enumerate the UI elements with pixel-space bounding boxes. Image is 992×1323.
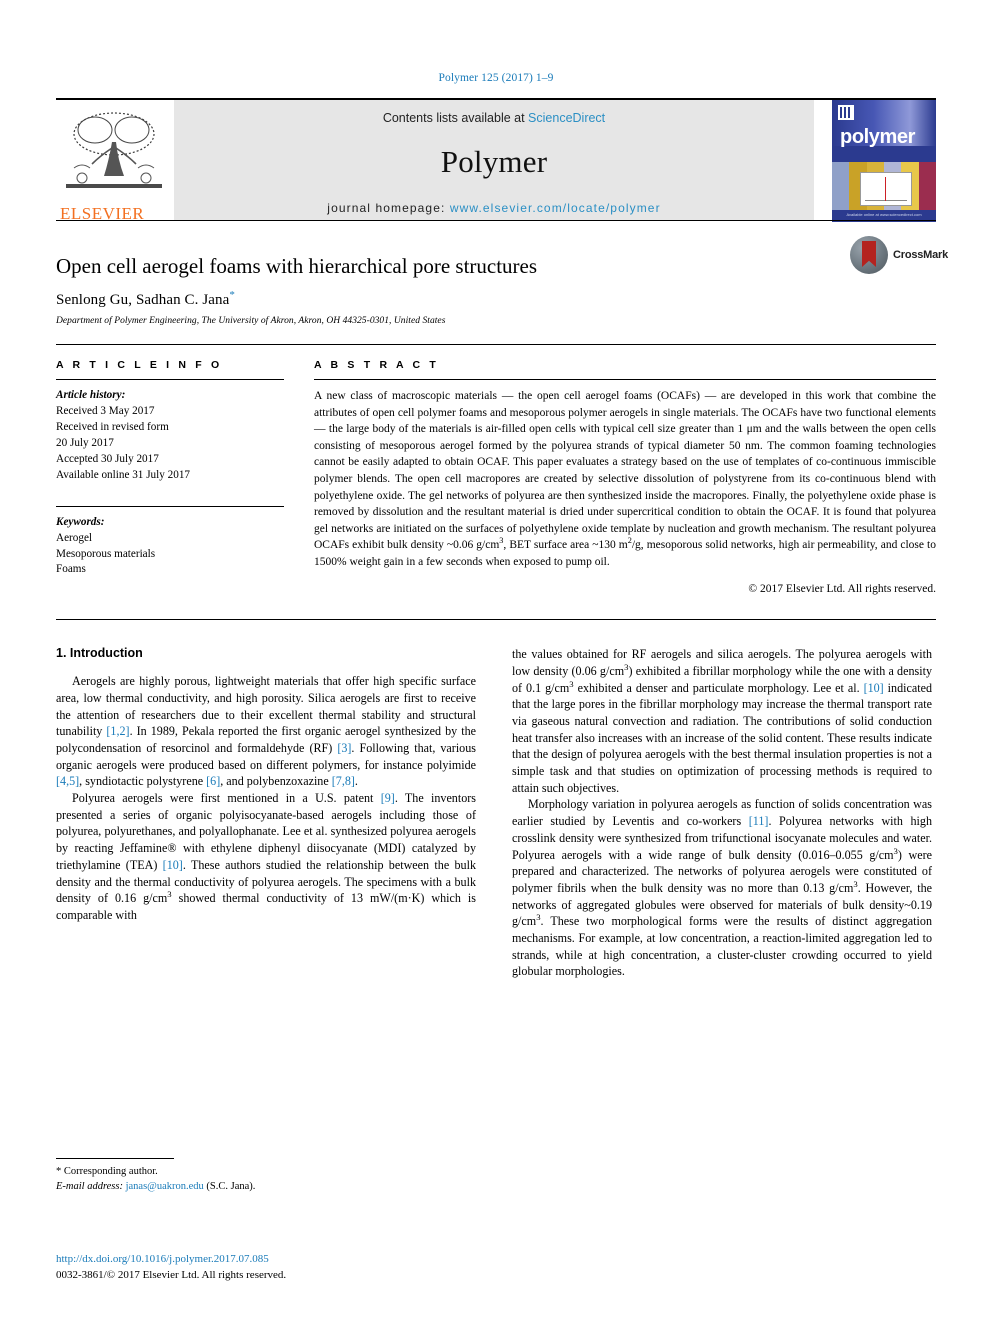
elsevier-tree-icon [66, 112, 162, 188]
author-list: Senlong Gu, Sadhan C. Jana* [56, 289, 936, 309]
paper-page: Polymer 125 (2017) 1–9 ELSEVIER Contents… [0, 0, 992, 1323]
history-item: Available online 31 July 2017 [56, 468, 191, 481]
abstract-copyright: © 2017 Elsevier Ltd. All rights reserved… [748, 583, 936, 596]
sciencedirect-link[interactable]: ScienceDirect [528, 111, 605, 125]
article-history-label: Article history: [56, 389, 126, 402]
body-paragraph: Aerogels are highly porous, lightweight … [56, 674, 476, 789]
info-abstract-row: A R T I C L E I N F O Article history: R… [56, 344, 936, 595]
keyword-item: Foams [56, 563, 86, 576]
history-item: Accepted 30 July 2017 [56, 452, 159, 465]
cover-title: polymer [840, 126, 916, 148]
running-head: Polymer 125 (2017) 1–9 [438, 72, 554, 84]
affiliation: Department of Polymer Engineering, The U… [56, 316, 446, 327]
journal-homepage-line: journal homepage: www.elsevier.com/locat… [174, 201, 814, 215]
body-left-column: 1. Introduction Aerogels are highly poro… [56, 646, 476, 980]
corresponding-author-note: * Corresponding author. [56, 1166, 158, 1177]
history-item: Received 3 May 2017 [56, 405, 155, 418]
homepage-prefix: journal homepage: [327, 201, 450, 215]
email-note: E-mail address: janas@uakron.edu (S.C. J… [56, 1180, 476, 1195]
crossmark-icon [850, 236, 888, 274]
keywords-label: Keywords: [56, 515, 105, 528]
footnote-rule [56, 1158, 174, 1159]
issn-copyright-line: 0032-3861/© 2017 Elsevier Ltd. All right… [56, 1268, 287, 1281]
cover-footer-text: Available online at www.sciencedirect.co… [846, 212, 922, 217]
history-item: Received in revised form [56, 421, 169, 434]
elsevier-logo: ELSEVIER [56, 100, 174, 220]
email-label: E-mail address: [56, 1180, 123, 1192]
homepage-url-link[interactable]: www.elsevier.com/locate/polymer [450, 201, 661, 215]
body-paragraph: Morphology variation in polyurea aerogel… [512, 797, 932, 979]
body-right-column: the values obtained for RF aerogels and … [512, 646, 932, 980]
crossmark-badge[interactable]: CrossMark [850, 235, 948, 275]
keywords-rule [56, 505, 284, 507]
article-history-group: Article history: Received 3 May 2017 Rec… [56, 388, 284, 483]
body-columns: 1. Introduction Aerogels are highly poro… [56, 619, 936, 980]
journal-cover-thumbnail: polymer Available online at www.scienced… [814, 100, 936, 222]
footnote-block: * Corresponding author. E-mail address: … [56, 1158, 476, 1195]
crossmark-label: CrossMark [893, 249, 949, 261]
elsevier-wordmark: ELSEVIER [60, 204, 145, 220]
contents-prefix: Contents lists available at [382, 111, 529, 125]
title-block: Open cell aerogel foams with hierarchica… [56, 220, 948, 327]
footer-identifiers: http://dx.doi.org/10.1016/j.polymer.2017… [56, 1252, 486, 1284]
keyword-item: Aerogel [56, 531, 93, 544]
page-title: Open cell aerogel foams with hierarchica… [56, 254, 538, 278]
abstract-text: A new class of macroscopic materials — t… [314, 390, 936, 568]
article-info-heading: A R T I C L E I N F O [56, 359, 223, 372]
abstract-heading: A B S T R A C T [314, 359, 439, 372]
banner-center: Contents lists available at ScienceDirec… [174, 100, 814, 220]
keyword-item: Mesoporous materials [56, 547, 156, 560]
contents-available-line: Contents lists available at ScienceDirec… [174, 111, 814, 125]
cover-badge-icon [838, 105, 854, 120]
corresponding-author-marker: * [229, 289, 236, 302]
journal-banner: ELSEVIER Contents lists available at Sci… [56, 98, 936, 222]
email-link[interactable]: janas@uakron.edu [126, 1181, 204, 1192]
abstract-column: A B S T R A C T A new class of macroscop… [314, 359, 936, 595]
authors-text: Senlong Gu, Sadhan C. Jana [56, 292, 230, 309]
journal-name: Polymer [440, 144, 548, 179]
keywords-group: Keywords: Aerogel Mesoporous materials F… [56, 515, 284, 579]
doi-link[interactable]: http://dx.doi.org/10.1016/j.polymer.2017… [56, 1252, 486, 1268]
article-info-rule [56, 379, 284, 381]
abstract-rule [314, 379, 936, 381]
section-heading-introduction: 1. Introduction [56, 646, 143, 661]
body-paragraph: Polyurea aerogels were first mentioned i… [56, 791, 476, 922]
article-info-column: A R T I C L E I N F O Article history: R… [56, 359, 284, 595]
email-suffix: (S.C. Jana). [206, 1180, 256, 1192]
cover-inset-figure [860, 172, 912, 206]
history-item: 20 July 2017 [56, 436, 114, 449]
body-paragraph: the values obtained for RF aerogels and … [512, 647, 932, 795]
